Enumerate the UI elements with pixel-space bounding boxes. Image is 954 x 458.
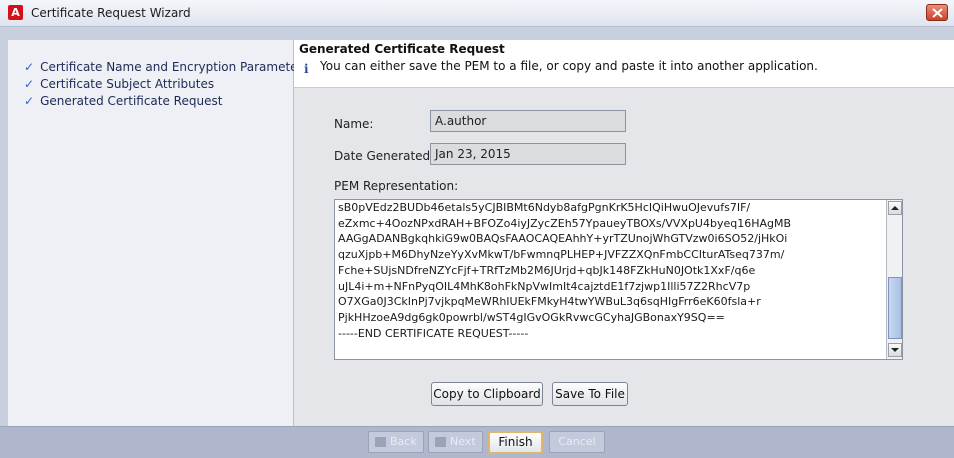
date-generated-field: Jan 23, 2015 [430, 143, 626, 165]
back-arrow-icon [375, 437, 386, 447]
pem-textarea[interactable]: sB0pVEdz2BUDb46etals5yCJBIBMt6Ndyb8afgPg… [334, 199, 903, 360]
step-label: Certificate Name and Encryption Paramete… [40, 60, 309, 74]
name-field: A.author [430, 110, 626, 132]
checkmark-icon: ✓ [24, 94, 35, 108]
save-to-file-button[interactable]: Save To File [552, 382, 628, 406]
close-icon [932, 8, 943, 18]
checkmark-icon: ✓ [24, 60, 35, 74]
step-instructions: You can either save the PEM to a file, o… [320, 59, 818, 73]
window-title: Certificate Request Wizard [31, 6, 191, 20]
copy-to-clipboard-button[interactable]: Copy to Clipboard [431, 382, 543, 406]
name-label: Name: [334, 117, 374, 131]
close-button[interactable] [926, 4, 948, 21]
title-bar: A Certificate Request Wizard [0, 0, 954, 27]
arrow-down-icon [891, 348, 899, 352]
scroll-up-button[interactable] [888, 201, 902, 215]
step-title: Generated Certificate Request [299, 42, 505, 56]
wizard-footer: Back Next Finish Cancel [0, 426, 954, 458]
step-item-subject-attributes: ✓ Certificate Subject Attributes [24, 77, 214, 92]
scroll-down-button[interactable] [888, 343, 902, 357]
next-button[interactable]: Next [428, 431, 483, 453]
step-label: Certificate Subject Attributes [40, 77, 215, 91]
pem-scrollbar[interactable] [886, 200, 902, 359]
checkmark-icon: ✓ [24, 77, 35, 91]
back-button[interactable]: Back [368, 431, 424, 453]
adobe-app-icon: A [8, 5, 23, 20]
wizard-steps-panel: ✓ Certificate Name and Encryption Paramet… [8, 40, 309, 426]
scroll-thumb[interactable] [888, 277, 902, 339]
info-icon: i [304, 62, 309, 76]
next-arrow-icon [435, 437, 446, 447]
pem-label: PEM Representation: [334, 179, 459, 193]
next-label: Next [450, 435, 476, 448]
pem-text[interactable]: sB0pVEdz2BUDb46etals5yCJBIBMt6Ndyb8afgPg… [338, 200, 883, 341]
main-content: Generated Certificate Request i You can … [294, 40, 954, 426]
step-item-name-encryption: ✓ Certificate Name and Encryption Paramet… [24, 60, 309, 75]
finish-button[interactable]: Finish [488, 431, 543, 454]
back-label: Back [390, 435, 417, 448]
step-label: Generated Certificate Request [40, 94, 223, 108]
step-item-generated-request: ✓ Generated Certificate Request [24, 94, 222, 109]
arrow-up-icon [891, 206, 899, 210]
date-generated-label: Date Generated: [334, 149, 435, 163]
cancel-button[interactable]: Cancel [549, 431, 605, 453]
step-header: Generated Certificate Request i You can … [294, 40, 954, 88]
